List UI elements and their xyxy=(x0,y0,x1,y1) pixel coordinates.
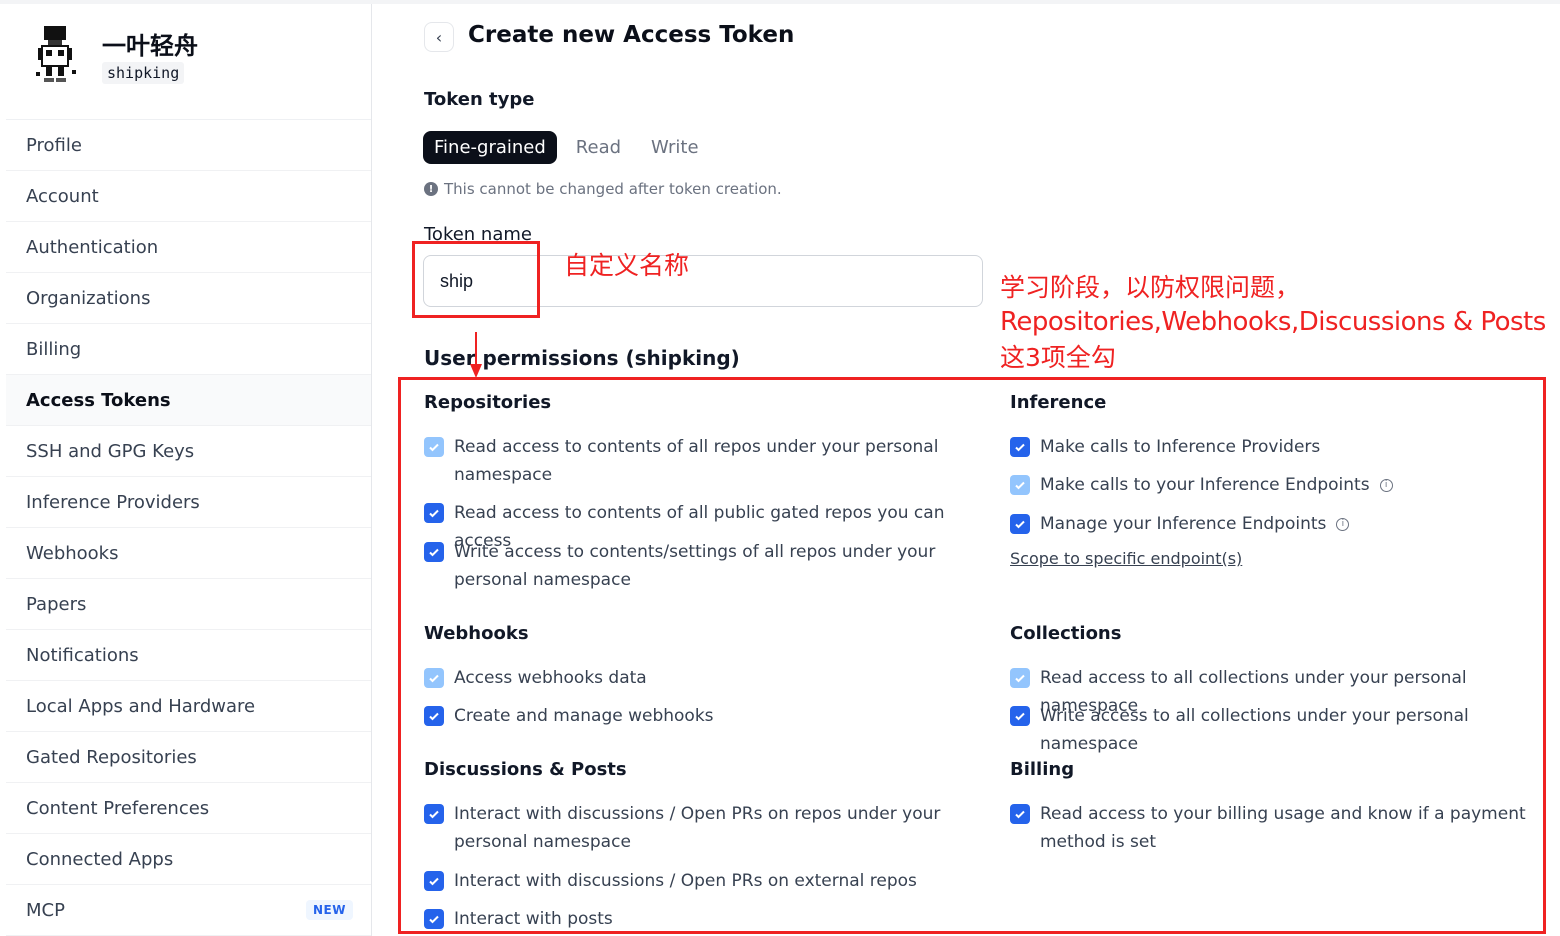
back-button[interactable]: ‹ xyxy=(424,22,454,52)
sidebar-item-label: SSH and GPG Keys xyxy=(26,440,195,462)
sidebar-item-label: Account xyxy=(26,185,99,207)
annotation-line-3: 这3项全勾 xyxy=(1000,343,1116,372)
tab-fine-grained[interactable]: Fine-grained xyxy=(423,131,557,164)
sidebar-item-label: Access Tokens xyxy=(26,389,171,411)
sidebar-item-content-preferences[interactable]: Content Preferences xyxy=(6,783,371,834)
sidebar-item-label: Billing xyxy=(26,338,82,360)
sidebar-item-authentication[interactable]: Authentication xyxy=(6,222,371,273)
sidebar-item-label: Gated Repositories xyxy=(26,746,197,768)
tab-read[interactable]: Read xyxy=(565,131,632,164)
sidebar-item-billing[interactable]: Billing xyxy=(6,324,371,375)
sidebar-item-ssh-and-gpg-keys[interactable]: SSH and GPG Keys xyxy=(6,426,371,477)
settings-sidebar: 一叶轻舟 shipking Profile Account Authenticati… xyxy=(6,4,372,936)
info-icon: ! xyxy=(424,182,438,196)
avatar xyxy=(36,26,76,82)
token-type-tabs: Fine-grained Read Write xyxy=(423,131,718,164)
sidebar-item-notifications[interactable]: Notifications xyxy=(6,630,371,681)
sidebar-item-profile[interactable]: Profile xyxy=(6,120,371,171)
sidebar-item-gated-repositories[interactable]: Gated Repositories xyxy=(6,732,371,783)
annotation-permissions-note: 学习阶段，以防权限问题， Repositories,Webhooks,Discu… xyxy=(1000,270,1555,375)
sidebar-item-label: Connected Apps xyxy=(26,848,174,870)
sidebar-item-label: Content Preferences xyxy=(26,797,210,819)
sidebar-item-label: Notifications xyxy=(26,644,139,666)
chevron-left-icon: ‹ xyxy=(435,27,443,47)
annotation-line-2: Repositories,Webhooks,Discussions & Post… xyxy=(1000,307,1546,337)
sidebar-item-label: Local Apps and Hardware xyxy=(26,695,256,717)
page-title: Create new Access Token xyxy=(468,22,795,48)
sidebar-item-label: Organizations xyxy=(26,287,151,309)
sidebar-item-label: Authentication xyxy=(26,236,159,258)
user-handle: shipking xyxy=(102,62,185,84)
sidebar-nav: Profile Account Authentication Organization… xyxy=(6,120,371,936)
sidebar-item-webhooks[interactable]: Webhooks xyxy=(6,528,371,579)
annotation-permissions-box xyxy=(398,377,1546,934)
sidebar-item-account[interactable]: Account xyxy=(6,171,371,222)
tab-write[interactable]: Write xyxy=(640,131,710,164)
annotation-line-1: 学习阶段，以防权限问题， xyxy=(1000,273,1301,302)
sidebar-item-label: Webhooks xyxy=(26,542,119,564)
annotation-name-box xyxy=(412,241,540,318)
token-type-note: ! This cannot be changed after token cre… xyxy=(424,180,782,198)
user-display-name: 一叶轻舟 xyxy=(102,32,198,60)
sidebar-item-organizations[interactable]: Organizations xyxy=(6,273,371,324)
new-badge: NEW xyxy=(306,900,353,920)
sidebar-item-label: Papers xyxy=(26,593,87,615)
sidebar-item-mcp[interactable]: MCP NEW xyxy=(6,885,371,936)
sidebar-item-inference-providers[interactable]: Inference Providers xyxy=(6,477,371,528)
sidebar-item-access-tokens[interactable]: Access Tokens xyxy=(6,375,371,426)
sidebar-item-label: MCP xyxy=(26,899,65,921)
sidebar-item-label: Profile xyxy=(26,134,82,156)
sidebar-item-label: Inference Providers xyxy=(26,491,200,513)
sidebar-item-papers[interactable]: Papers xyxy=(6,579,371,630)
token-type-note-text: This cannot be changed after token creat… xyxy=(444,180,782,198)
token-type-label: Token type xyxy=(424,89,535,110)
profile-header: 一叶轻舟 shipking xyxy=(6,4,371,120)
sidebar-item-connected-apps[interactable]: Connected Apps xyxy=(6,834,371,885)
sidebar-item-local-apps-and-hardware[interactable]: Local Apps and Hardware xyxy=(6,681,371,732)
annotation-name-note: 自定义名称 xyxy=(564,251,690,280)
annotation-arrow-icon xyxy=(470,332,482,378)
